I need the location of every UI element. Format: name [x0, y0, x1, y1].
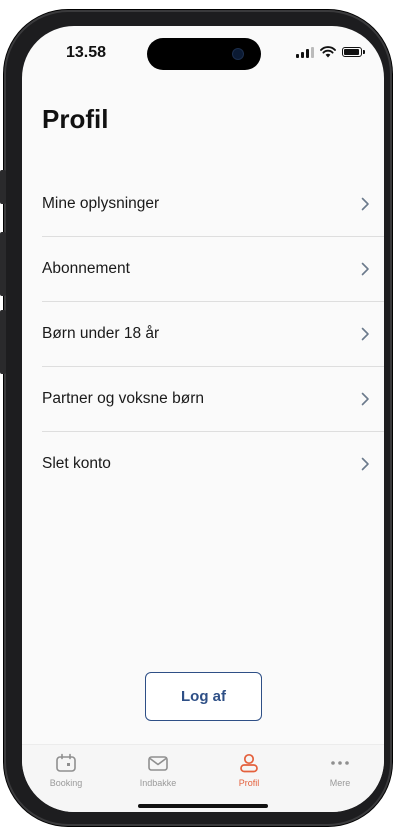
tab-profil[interactable]: Profil — [214, 753, 284, 788]
wifi-icon — [320, 46, 336, 58]
menu-item-slet-konto[interactable]: Slet konto — [42, 432, 384, 496]
dynamic-island — [147, 38, 261, 70]
chevron-right-icon — [361, 197, 370, 211]
menu-item-label: Partner og voksne børn — [42, 390, 204, 407]
menu-item-mine-oplysninger[interactable]: Mine oplysninger — [42, 172, 384, 237]
calendar-icon — [56, 753, 76, 772]
status-time: 13.58 — [66, 44, 107, 61]
chevron-right-icon — [361, 262, 370, 276]
mail-icon — [148, 756, 168, 771]
logout-button[interactable]: Log af — [145, 672, 262, 721]
person-icon — [240, 753, 258, 773]
menu-item-label: Slet konto — [42, 455, 111, 472]
menu-item-label: Børn under 18 år — [42, 325, 160, 342]
more-dots-icon — [331, 761, 349, 765]
tab-label: Booking — [49, 778, 83, 788]
status-icons — [296, 46, 365, 58]
tab-mere[interactable]: Mere — [305, 753, 375, 788]
action-button — [0, 170, 6, 204]
volume-up-button — [0, 232, 6, 296]
tab-label: Mere — [329, 778, 351, 788]
profile-menu-list: Mine oplysninger Abonnement Børn under 1… — [42, 172, 384, 496]
battery-icon — [342, 47, 365, 57]
tab-booking[interactable]: Booking — [31, 753, 101, 788]
chevron-right-icon — [361, 392, 370, 406]
menu-item-label: Mine oplysninger — [42, 195, 160, 212]
home-indicator — [138, 804, 268, 808]
menu-item-abonnement[interactable]: Abonnement — [42, 237, 384, 302]
tab-indbakke[interactable]: Indbakke — [123, 753, 193, 788]
bottom-tab-bar: Booking Indbakke Profil Mere — [22, 744, 384, 812]
volume-down-button — [0, 310, 6, 374]
page-title: Profil — [42, 104, 109, 134]
camera-icon — [233, 49, 243, 59]
chevron-right-icon — [361, 457, 370, 471]
cellular-signal-icon — [296, 46, 314, 58]
menu-item-label: Abonnement — [42, 260, 130, 277]
tab-label: Indbakke — [139, 778, 177, 788]
chevron-right-icon — [361, 327, 370, 341]
menu-item-boern-under-18[interactable]: Børn under 18 år — [42, 302, 384, 367]
status-bar: 13.58 — [22, 26, 384, 82]
app-screen: 13.58 Profil Mine oplysninger Abonnement… — [22, 26, 384, 812]
tab-label: Profil — [238, 778, 260, 788]
menu-item-partner-og-voksne-boern[interactable]: Partner og voksne børn — [42, 367, 384, 432]
